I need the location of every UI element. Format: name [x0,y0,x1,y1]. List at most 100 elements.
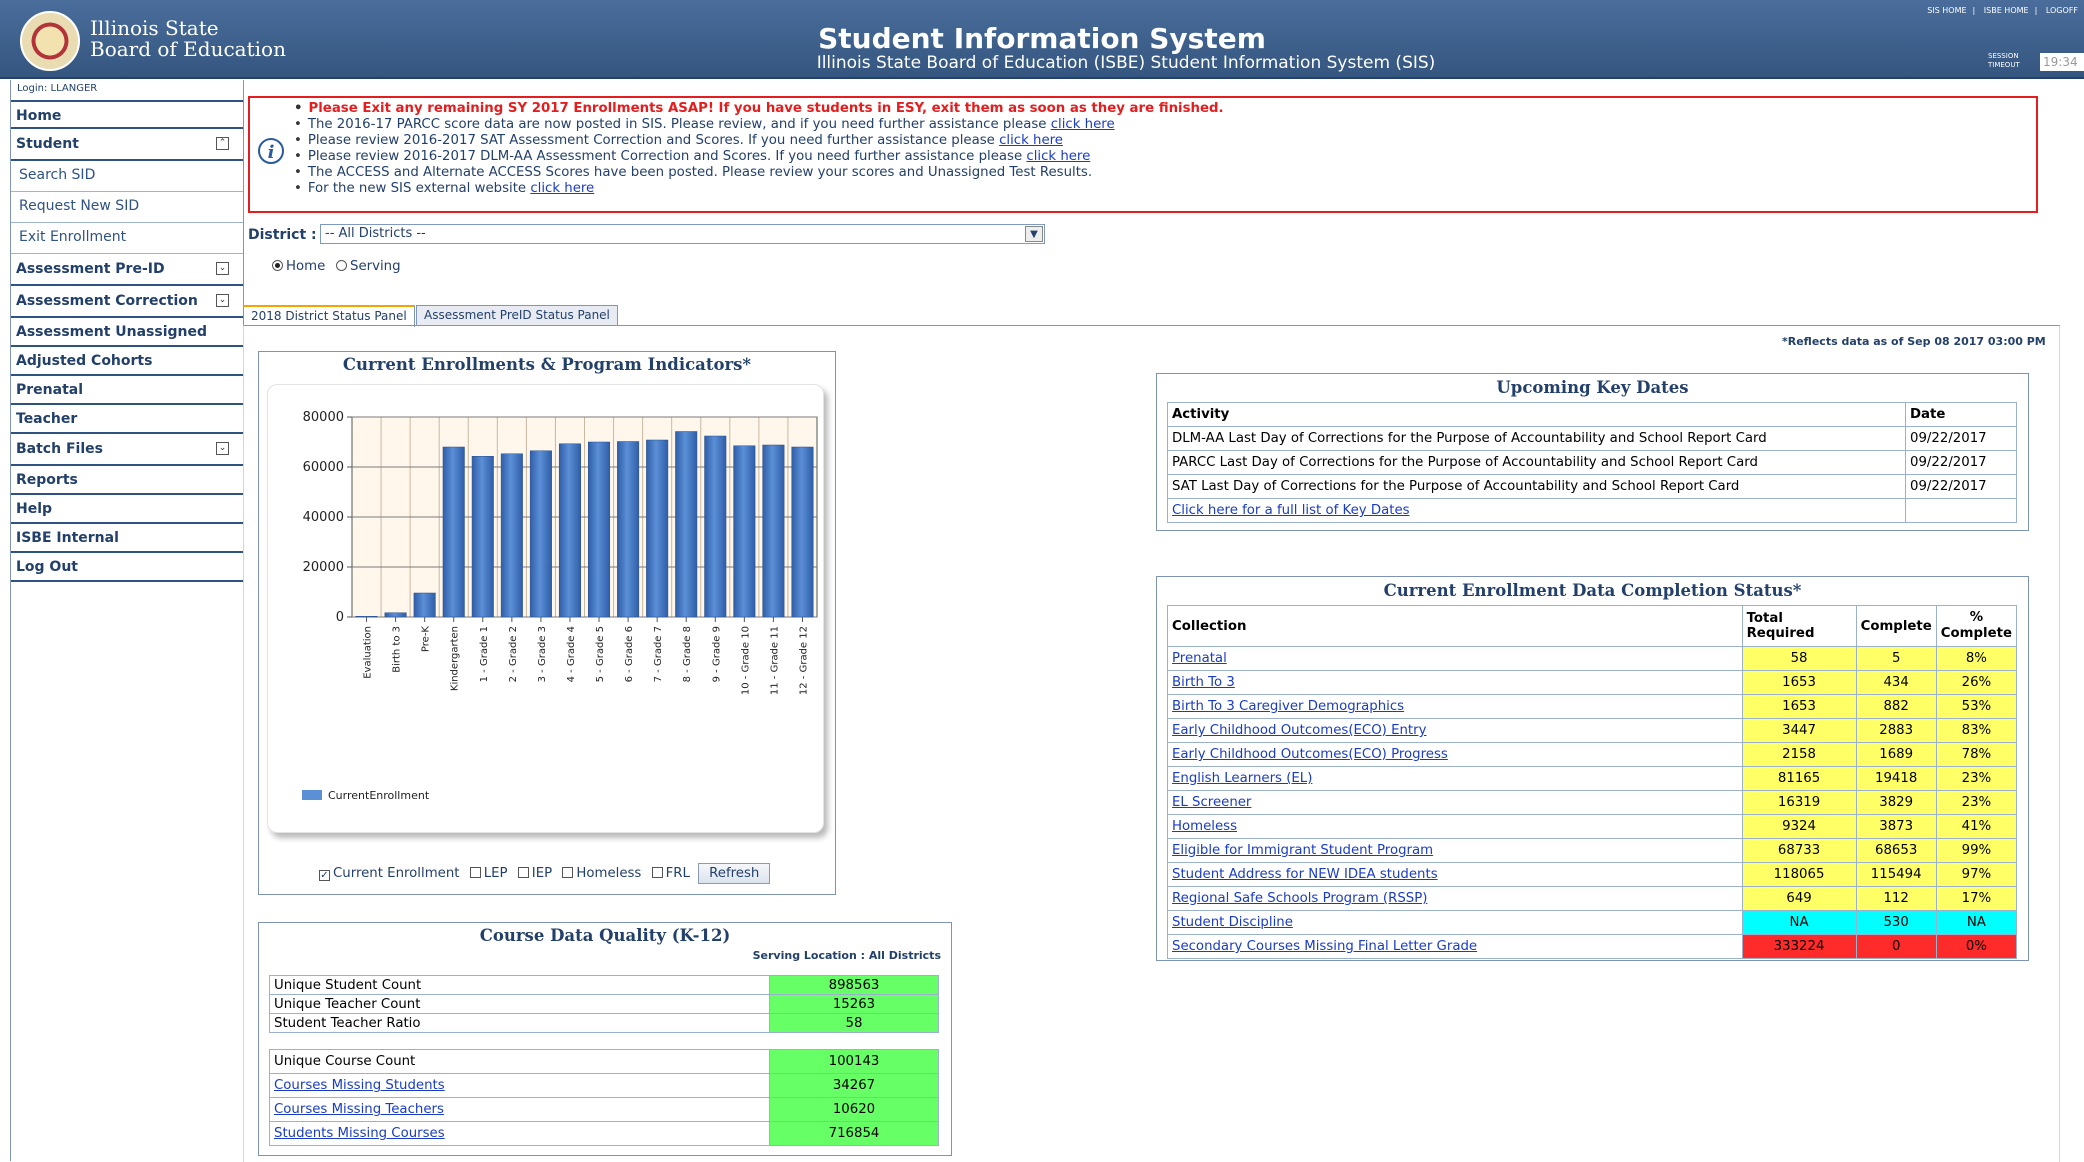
collection-link[interactable]: Regional Safe Schools Program (RSSP) [1172,891,1427,906]
x-tick-label: 10 - Grade 10 [740,626,751,695]
top-links: SIS HOME | ISBE HOME | LOGOFF [1927,6,2078,15]
x-tick-label: 8 - Grade 8 [682,626,693,682]
radio-home-button[interactable] [272,260,283,271]
nav-student[interactable]: Student ⌃ [11,129,243,161]
expand-icon[interactable]: ⌄ [216,442,229,455]
nav-adjusted-cohorts[interactable]: Adjusted Cohorts [11,347,243,376]
expand-icon[interactable]: ⌄ [216,294,229,307]
nav-assessment-unassigned[interactable]: Assessment Unassigned [11,318,243,347]
course-quality-value: 10620 [769,1097,939,1122]
announcement-box: i Please Exit any remaining SY 2017 Enro… [248,96,2038,213]
nav-prenatal[interactable]: Prenatal [11,376,243,405]
collection-link[interactable]: Early Childhood Outcomes(ECO) Progress [1172,747,1448,762]
pct-header-line-2: Complete [1940,626,2012,641]
announcement-item: Please review 2016-2017 SAT Assessment C… [294,133,1224,149]
course-quality-row: Students Missing Courses 716854 [269,1121,939,1146]
nav-exit-enrollment[interactable]: Exit Enrollment [11,223,243,254]
key-date-activity: PARCC Last Day of Corrections for the Pu… [1167,450,1906,475]
enrollment-bar [733,445,756,618]
nav-search-sid[interactable]: Search SID [11,161,243,192]
collection-link[interactable]: Early Childhood Outcomes(ECO) Entry [1172,723,1426,738]
district-select[interactable]: -- All Districts -- ▼ [320,224,1045,244]
nav-log-out[interactable]: Log Out [11,553,243,582]
parcc-click-here-link[interactable]: click here [1051,117,1115,132]
course-quality-title: Course Data Quality (K-12) [479,926,731,945]
radio-serving[interactable]: Serving [336,259,401,274]
collection-link[interactable]: Student Address for NEW IDEA students [1172,867,1438,882]
refresh-button[interactable]: Refresh [698,863,771,884]
key-dates-box: Upcoming Key Dates Activity Date DLM-AA … [1156,373,2029,531]
nav-assessment-correction[interactable]: Assessment Correction ⌄ [11,286,243,318]
sat-click-here-link[interactable]: click here [999,133,1063,148]
total-required-cell: 333224 [1741,934,1857,959]
announcement-text: Please review 2016-2017 DLM-AA Assessmen… [307,149,1023,164]
collection-link[interactable]: EL Screener [1172,795,1251,810]
collection-cell: Homeless [1167,814,1743,839]
enrollment-bar [675,431,698,618]
nav-help[interactable]: Help [11,495,243,524]
iep-label: IEP [531,866,553,881]
x-tick-label: 12 - Grade 12 [798,626,809,695]
total-required-cell: 1653 [1741,670,1857,695]
nav-request-new-sid[interactable]: Request New SID [11,192,243,223]
collapse-icon[interactable]: ⌃ [216,137,229,150]
collection-link[interactable]: Secondary Courses Missing Final Letter G… [1172,939,1477,954]
announcement-text: The ACCESS and Alternate ACCESS Scores h… [307,165,1093,180]
nav-batch-files[interactable]: Batch Files ⌄ [11,434,243,466]
collection-link[interactable]: English Learners (EL) [1172,771,1312,786]
lep-checkbox[interactable] [469,867,481,878]
session-timeout-label: SESSION TIMEOUT [1988,52,2020,70]
current-enrollment-label: Current Enrollment [333,866,460,881]
radio-home[interactable]: Home [272,259,325,274]
announcement-text: Please review 2016-2017 SAT Assessment C… [307,133,995,148]
collection-cell: Birth To 3 [1167,670,1743,695]
serving-location-label: Serving Location : All Districts [752,949,941,962]
sis-home-link[interactable]: SIS HOME [1927,6,1966,15]
dlm-click-here-link[interactable]: click here [1026,149,1090,164]
nav-isbe-internal[interactable]: ISBE Internal [11,524,243,553]
pct-header-line-1: % [1969,610,1984,625]
collection-header: Collection [1167,605,1743,647]
expand-icon[interactable]: ⌄ [216,262,229,275]
course-quality-link[interactable]: Courses Missing Teachers [274,1102,444,1117]
nav-home[interactable]: Home [11,100,243,129]
homeless-checkbox[interactable] [562,867,574,878]
nav-assessment-pre-id[interactable]: Assessment Pre-ID ⌄ [11,254,243,286]
full-key-dates-link[interactable]: Click here for a full list of Key Dates [1172,503,1410,518]
enrollment-bar [384,612,407,618]
completion-status-title: Current Enrollment Data Completion Statu… [1383,581,1802,600]
collection-link[interactable]: Birth To 3 Caregiver Demographics [1172,699,1404,714]
course-quality-link[interactable]: Students Missing Courses [274,1126,445,1141]
tab-assessment-preid-status-panel[interactable]: Assessment PreID Status Panel [416,305,618,325]
course-quality-link[interactable]: Courses Missing Students [274,1078,445,1093]
collection-link[interactable]: Prenatal [1172,651,1227,666]
course-quality-row: Unique Teacher Count 15263 [269,994,939,1014]
pct-complete-cell: 97% [1935,862,2018,887]
radio-serving-button[interactable] [336,260,347,271]
current-enrollment-checkbox[interactable]: ✓ [319,870,330,881]
data-as-of-note: *Reflects data as of Sep 08 2017 03:00 P… [1782,335,2046,348]
y-tick-label: 20000 [303,560,344,575]
key-date-activity: SAT Last Day of Corrections for the Purp… [1167,474,1906,499]
collection-link[interactable]: Homeless [1172,819,1237,834]
collection-link[interactable]: Eligible for Immigrant Student Program [1172,843,1433,858]
nav-reports[interactable]: Reports [11,466,243,495]
enrollment-bar [413,592,436,618]
isbe-home-link[interactable]: ISBE HOME [1984,6,2029,15]
completion-row: Eligible for Immigrant Student Program 68… [1167,838,2018,863]
nav-teacher[interactable]: Teacher [11,405,243,434]
key-date-row: DLM-AA Last Day of Corrections for the P… [1167,426,2017,451]
collection-link[interactable]: Student Discipline [1172,915,1293,930]
logoff-link[interactable]: LOGOFF [2046,6,2078,15]
collection-cell: Birth To 3 Caregiver Demographics [1167,694,1743,719]
date-header: Date [1905,402,2017,427]
sis-website-click-here-link[interactable]: click here [530,181,594,196]
frl-checkbox[interactable] [651,867,663,878]
collection-link[interactable]: Birth To 3 [1172,675,1235,690]
iep-checkbox[interactable] [517,867,529,878]
tab-district-status-panel[interactable]: 2018 District Status Panel [243,305,415,327]
course-quality-row: Courses Missing Students 34267 [269,1073,939,1098]
course-quality-label: Student Teacher Ratio [274,1015,421,1031]
chevron-down-icon[interactable]: ▼ [1025,226,1043,242]
y-tick-label: 60000 [303,460,344,475]
